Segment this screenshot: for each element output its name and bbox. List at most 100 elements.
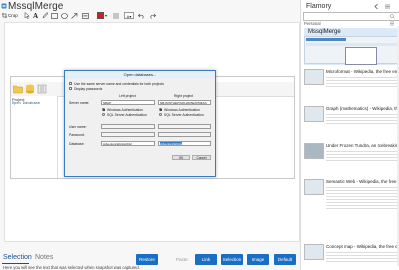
paste-image-button[interactable]: Image: [247, 254, 269, 265]
captured-project-panel: Project Open Database: [11, 96, 58, 178]
rectangle-tool[interactable]: [51, 11, 58, 20]
arrow-icon: [71, 12, 78, 19]
list-item[interactable]: Semantic Web - Wikipedia, the free encyc…: [304, 176, 399, 211]
server-name-label: Server name:: [69, 101, 90, 105]
list-item-title: Under Frozen Tundra, an Icebreaking Ship…: [326, 143, 398, 148]
right-database-value: AdventureWorks: [160, 142, 183, 146]
redo-button[interactable]: [149, 11, 156, 20]
restore-button[interactable]: Restore: [136, 254, 158, 265]
left-windows-auth-label: Windows Authentication: [107, 107, 143, 112]
line-width-picker[interactable]: [113, 11, 119, 20]
pointer-tool[interactable]: [24, 11, 30, 20]
sidebar-search-input[interactable]: [303, 12, 399, 21]
folder-icon: [13, 85, 23, 94]
rectangle-icon: [51, 12, 58, 19]
display-passwords-label: Display passwords: [74, 86, 103, 91]
cancel-button[interactable]: Cancel: [192, 155, 211, 160]
flamory-sidebar: Flamory Personal MssqlMerge Microformat …: [300, 0, 399, 270]
font-size-icon: A▾: [124, 12, 134, 19]
right-user-input[interactable]: [158, 124, 211, 129]
crop-icon: [2, 13, 7, 18]
list-item-title: Semantic Web - Wikipedia, the free encyc…: [326, 179, 398, 184]
chevron-down-icon: ▾: [105, 13, 108, 18]
right-server-input[interactable]: NB-WINTHEP\SQL2005EXPRESS: [158, 100, 211, 105]
text-tool[interactable]: A: [33, 11, 38, 20]
pointer-icon: [24, 12, 30, 19]
main-pane: MssqlMerge Crop A ▾ A▾ Project Open Data…: [0, 0, 300, 270]
same-server-label: Use the same server name and credentials…: [74, 81, 164, 86]
right-project-header: Right project: [174, 94, 194, 98]
highlighter-icon: [82, 12, 89, 19]
list-item-snippet: [326, 250, 398, 262]
open-databases-dialog: Open databases... Use the same server na…: [64, 70, 216, 177]
list-item-title: MssqlMerge: [308, 29, 341, 35]
left-server-input[interactable]: NBHP: [101, 100, 155, 105]
color-swatch: [97, 12, 104, 19]
paste-link-button[interactable]: Link: [195, 254, 217, 265]
database-icon: [26, 84, 34, 94]
ellipse-tool[interactable]: [61, 11, 68, 20]
list-item[interactable]: Under Frozen Tundra, an Icebreaking Ship…: [304, 140, 399, 164]
highlight-tool[interactable]: [82, 11, 89, 20]
list-item-snippet: [326, 75, 398, 87]
list-item-snippet: [326, 185, 398, 211]
list-item-thumbnail: [304, 143, 324, 159]
search-icon: [390, 14, 395, 19]
line-width-icon: [113, 13, 119, 18]
text-tool-icon: A: [33, 11, 39, 20]
left-windows-auth-radio[interactable]: [102, 108, 105, 111]
tab-selection[interactable]: Selection: [3, 254, 32, 261]
user-name-label: User name:: [69, 125, 87, 129]
selection-status-text: Here you will see the text that was sele…: [3, 265, 140, 270]
sidebar-menu-button[interactable]: [384, 3, 391, 10]
sidebar-title: Flamory: [306, 3, 332, 10]
pen-icon: [42, 12, 48, 19]
right-sql-auth-radio[interactable]: [159, 113, 162, 116]
list-item-title: Concept map - Wikipedia, the free encycl…: [326, 244, 398, 249]
list-item-thumbnail: [304, 244, 324, 260]
left-sql-auth-radio[interactable]: [102, 113, 105, 116]
color-picker[interactable]: ▾: [97, 11, 107, 20]
back-button[interactable]: [373, 3, 380, 10]
display-passwords-checkbox[interactable]: [69, 87, 72, 90]
ellipse-icon: [61, 12, 68, 19]
left-database-select[interactable]: AdventureWorks2012: [101, 141, 155, 146]
compare-icon: [37, 84, 47, 94]
database-label: Database:: [69, 142, 85, 146]
right-password-input[interactable]: [158, 132, 211, 137]
ok-button[interactable]: OK: [172, 155, 190, 160]
redo-icon: [150, 13, 156, 19]
paste-selection-button[interactable]: Selection: [221, 254, 243, 265]
right-database-select[interactable]: AdventureWorks: [158, 141, 211, 146]
left-password-input[interactable]: [101, 132, 155, 137]
list-item-thumbnail: [304, 69, 324, 85]
list-item-snippet: [326, 149, 398, 161]
paste-label: Paste:: [176, 257, 189, 262]
collapse-section-icon[interactable]: [389, 21, 395, 26]
crop-label: Crop: [8, 13, 18, 18]
list-item-thumbnail: [304, 106, 324, 122]
list-item[interactable]: Concept map - Wikipedia, the free encycl…: [304, 243, 399, 267]
undo-icon: [138, 13, 144, 19]
pen-tool[interactable]: [42, 11, 48, 20]
tab-notes[interactable]: Notes: [35, 254, 53, 261]
list-item[interactable]: Graph (mathematics) - Wikipedia, the fre…: [304, 103, 399, 127]
crop-tool[interactable]: Crop: [2, 11, 18, 20]
undo-button[interactable]: [138, 11, 145, 20]
personal-section-label: Personal: [304, 21, 321, 26]
dialog-title: Open databases...: [65, 71, 215, 79]
right-sql-auth-label: SQL Server Authentication: [164, 112, 204, 117]
active-tab-indicator: [2, 263, 29, 264]
font-size-picker[interactable]: A▾: [124, 11, 134, 20]
right-windows-auth-radio[interactable]: [159, 108, 162, 111]
list-item[interactable]: Microformat - Wikipedia, the free encycl…: [304, 67, 399, 91]
paste-default-button[interactable]: Default: [274, 254, 296, 265]
arrow-tool[interactable]: [71, 11, 78, 20]
list-item[interactable]: MssqlMerge: [304, 28, 399, 65]
list-item-title: Microformat - Wikipedia, the free encycl…: [326, 69, 398, 74]
password-label: Password:: [69, 133, 85, 137]
list-item-thumbnail: [304, 36, 398, 65]
list-item-title: Graph (mathematics) - Wikipedia, the fre…: [326, 106, 398, 111]
same-server-checkbox[interactable]: [69, 82, 72, 85]
left-user-input[interactable]: [101, 124, 155, 129]
